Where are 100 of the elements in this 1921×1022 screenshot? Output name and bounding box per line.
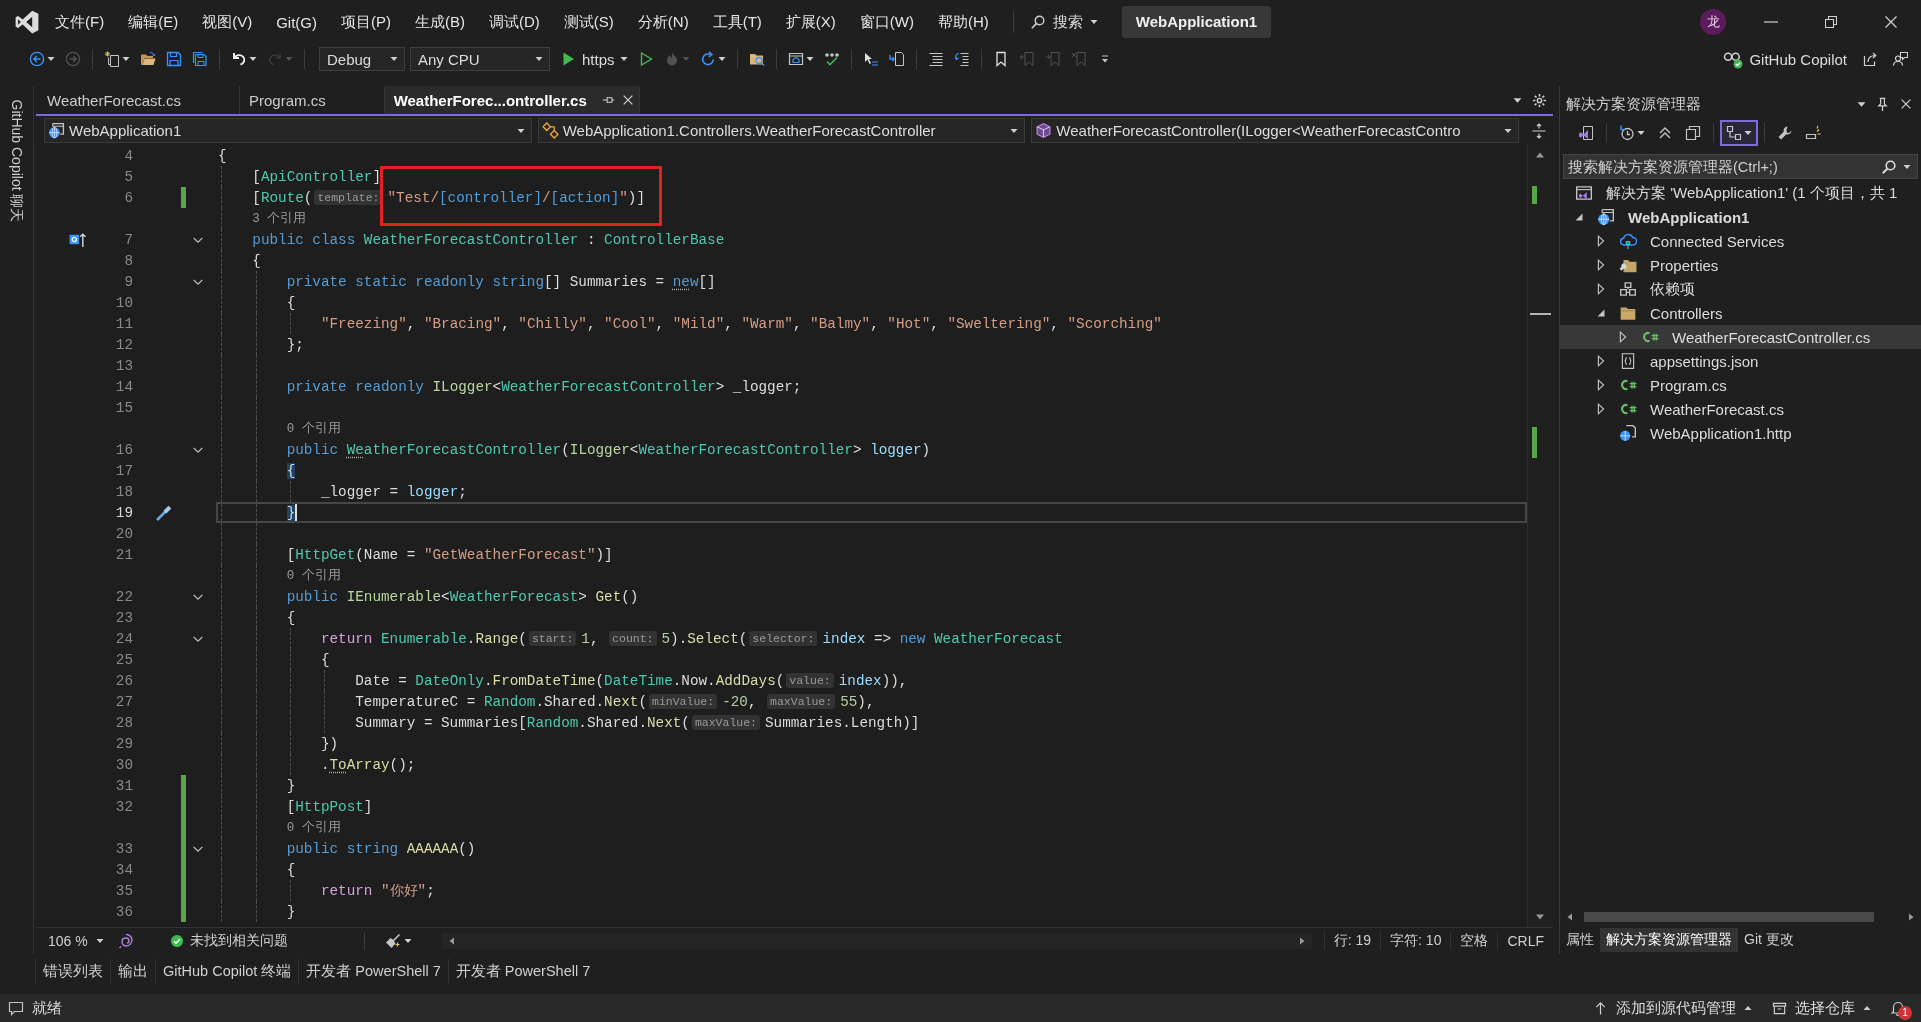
swirl-icon[interactable] bbox=[117, 933, 134, 949]
tree-item[interactable]: Connected Services bbox=[1560, 229, 1921, 253]
code-line: { bbox=[286, 861, 296, 878]
logo-icon[interactable] bbox=[14, 9, 40, 35]
pin-icon[interactable] bbox=[1875, 96, 1890, 112]
tree-item[interactable]: appsettings.json bbox=[1560, 349, 1921, 373]
code-line: "Freezing", "Bracing", "Chilly", "Cool", "Mild", "Warm", "Balmy", "Hot", "Sweltering", "Scorching" bbox=[320, 315, 1162, 332]
side-tab[interactable]: GitHub Copilot 聊天 bbox=[7, 99, 26, 223]
whitespace-indicator[interactable]: 空格 bbox=[1450, 932, 1498, 950]
panel-tab[interactable]: 属性 bbox=[1560, 928, 1600, 952]
screwdriver-icon[interactable] bbox=[155, 503, 173, 522]
start-button[interactable]: https bbox=[555, 46, 633, 72]
notifications-button[interactable]: 1 bbox=[1881, 994, 1915, 1022]
reference-count-link[interactable]: 0 个引用 bbox=[286, 420, 341, 437]
navigation-dropdown[interactable]: WebApplication1 bbox=[44, 118, 532, 143]
menu-item[interactable]: 调试(D) bbox=[477, 8, 552, 36]
speech-bubble-icon[interactable] bbox=[8, 1000, 24, 1016]
panel-tab[interactable]: Git 更改 bbox=[1738, 928, 1800, 952]
scrollbar-change-marker bbox=[1532, 186, 1537, 204]
menu-item[interactable]: 项目(P) bbox=[329, 8, 403, 36]
menu-item[interactable]: 文件(F) bbox=[43, 8, 117, 36]
caret-icon bbox=[1010, 126, 1019, 135]
scroll-left-arrow-icon[interactable] bbox=[1566, 913, 1574, 921]
horizontal-scrollbar[interactable] bbox=[441, 933, 1312, 949]
add-to-source-control-button[interactable]: 添加到源代码管理 bbox=[1583, 998, 1762, 1018]
code-line: [Route( template: "Test/[controller]/[action]")] bbox=[252, 189, 645, 206]
line-number: 36 bbox=[115, 903, 133, 920]
navigation-dropdown[interactable]: WebApplication1.Controllers.WeatherForecastController bbox=[537, 118, 1026, 143]
code-line: return Enumerable.Range( start: 1, count: 5).Select( selector: index => new WeatherForecast bbox=[320, 630, 1063, 647]
tree-item[interactable]: Controllers bbox=[1560, 301, 1921, 325]
code-line: }; bbox=[286, 336, 304, 353]
menu-item[interactable]: 分析(N) bbox=[625, 8, 701, 36]
document-tab[interactable]: Program.cs bbox=[239, 86, 385, 114]
tree-item[interactable]: WeatherForecastController.cs bbox=[1560, 325, 1921, 349]
code-cleanup-button[interactable] bbox=[384, 933, 412, 949]
square-up-arrow-icon[interactable] bbox=[69, 231, 86, 248]
caret-icon[interactable] bbox=[1513, 95, 1522, 105]
menu-item[interactable]: 测试(S) bbox=[551, 8, 626, 36]
navigation-dropdown[interactable]: WeatherForecastController(ILogger<WeatherForecastContro bbox=[1031, 118, 1519, 143]
account-avatar[interactable]: 龙 bbox=[1700, 9, 1726, 35]
reference-count-link[interactable]: 0 个引用 bbox=[286, 819, 341, 836]
code-line: private readonly ILogger<WeatherForecastController> _logger; bbox=[286, 378, 802, 395]
tree-item[interactable]: WeatherForecast.cs bbox=[1560, 397, 1921, 421]
copilot-button[interactable]: GitHub Copilot bbox=[1717, 47, 1853, 71]
zoom-dropdown[interactable]: 106 % bbox=[44, 933, 108, 949]
scroll-down-arrow-icon[interactable] bbox=[1535, 913, 1545, 921]
notification-count: 1 bbox=[1898, 1006, 1912, 1020]
tool-window-tab[interactable]: 开发者 PowerShell 7 bbox=[298, 959, 448, 983]
menu-item[interactable]: 编辑(E) bbox=[116, 8, 191, 36]
menu-item[interactable]: 帮助(H) bbox=[925, 8, 1001, 36]
settings-icon[interactable] bbox=[1532, 92, 1547, 108]
search-button[interactable]: 搜索 bbox=[1021, 8, 1106, 36]
code-line: Summary = Summaries[Random.Shared.Next( maxValue: Summaries.Length)] bbox=[355, 714, 920, 731]
code-line: TemperatureC = Random.Shared.Next( minValue: -20, maxValue: 55), bbox=[355, 693, 875, 710]
menu-item[interactable]: Git(G) bbox=[264, 8, 329, 36]
scroll-right-arrow-icon[interactable] bbox=[1297, 937, 1306, 945]
pointer-lines-icon bbox=[862, 51, 879, 67]
menu-item[interactable]: 窗口(W) bbox=[847, 8, 926, 36]
caret-icon[interactable] bbox=[1903, 162, 1911, 171]
column-indicator[interactable]: 字符: 10 bbox=[1380, 932, 1451, 950]
tool-window-tab[interactable]: GitHub Copilot 终端 bbox=[155, 959, 299, 983]
scrollbar-thumb[interactable] bbox=[1584, 912, 1874, 922]
indented-lines-icon bbox=[927, 51, 944, 67]
scroll-up-arrow-icon[interactable] bbox=[1535, 151, 1545, 159]
document-tab[interactable]: WeatherForecast.cs bbox=[38, 86, 240, 114]
select-repository-button[interactable]: 选择仓库 bbox=[1762, 998, 1881, 1018]
line-ending-indicator[interactable]: CRLF bbox=[1497, 933, 1553, 949]
code-line: .ToArray(); bbox=[320, 756, 416, 773]
tool-window-tab[interactable]: 输出 bbox=[110, 959, 155, 983]
configuration-dropdown[interactable]: Debug bbox=[319, 47, 405, 71]
menu-item[interactable]: 视图(V) bbox=[190, 8, 265, 36]
tree-item[interactable]: WebApplication1.http bbox=[1560, 421, 1921, 445]
tree-item[interactable]: Properties bbox=[1560, 253, 1921, 277]
double-chevron-up-icon bbox=[1657, 125, 1673, 141]
reference-count-link[interactable]: 3 个引用 bbox=[252, 210, 307, 227]
menu-item[interactable]: 工具(T) bbox=[700, 8, 774, 36]
caret-icon[interactable] bbox=[1857, 99, 1866, 109]
line-indicator[interactable]: 行: 19 bbox=[1323, 932, 1381, 950]
document-tab[interactable]: WeatherForec...ontroller.cs bbox=[384, 86, 640, 114]
tree-item[interactable]: 依赖项 bbox=[1560, 277, 1921, 301]
tree-item[interactable]: WebApplication1 bbox=[1560, 205, 1921, 229]
code-line: }) bbox=[320, 735, 339, 752]
pages-sparkle-icon bbox=[104, 51, 120, 67]
linked-squares-icon bbox=[1726, 125, 1742, 141]
issues-button[interactable]: 未找到相关问题 bbox=[169, 932, 288, 950]
reference-count-link[interactable]: 0 个引用 bbox=[286, 567, 341, 584]
scroll-right-arrow-icon[interactable] bbox=[1907, 913, 1915, 921]
menu-item[interactable]: 生成(B) bbox=[403, 8, 477, 36]
caret-up-icon bbox=[1744, 1004, 1752, 1012]
close-icon[interactable] bbox=[1899, 97, 1913, 111]
scroll-left-arrow-icon[interactable] bbox=[447, 937, 456, 945]
tool-window-tab[interactable]: 开发者 PowerShell 7 bbox=[447, 959, 598, 983]
tool-window-tab[interactable]: 错误列表 bbox=[35, 959, 110, 983]
sync-with-document-button[interactable] bbox=[1720, 120, 1758, 146]
platform-dropdown[interactable]: Any CPU bbox=[410, 47, 550, 71]
search-field[interactable]: 搜索解决方案资源管理器(Ctrl+;) bbox=[1563, 154, 1918, 179]
panel-tab[interactable]: 解决方案资源管理器 bbox=[1600, 928, 1738, 952]
tree-item[interactable]: 解决方案 'WebApplication1' (1 个项目，共 1 bbox=[1560, 181, 1921, 205]
menu-item[interactable]: 扩展(X) bbox=[773, 8, 848, 36]
tree-item[interactable]: Program.cs bbox=[1560, 373, 1921, 397]
